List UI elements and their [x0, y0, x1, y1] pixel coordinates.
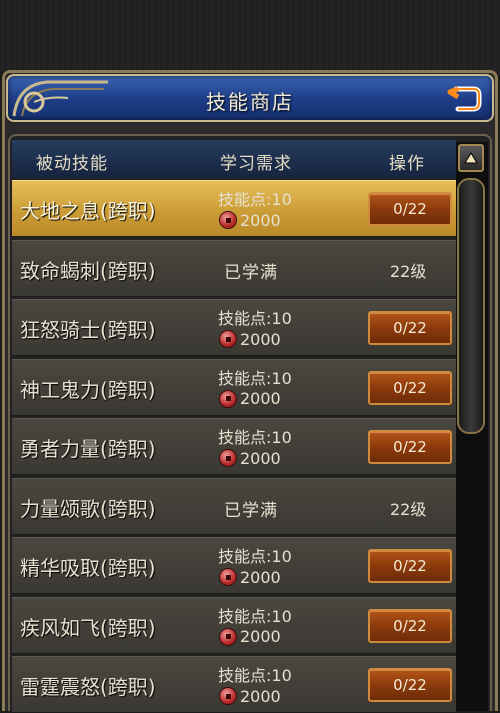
cost-value: 2000: [240, 627, 281, 646]
learned-status: 已学满: [224, 262, 278, 283]
learn-button[interactable]: 0/22: [368, 192, 452, 226]
back-button[interactable]: [444, 80, 484, 118]
gold-cost: 2000: [220, 686, 281, 706]
coin-icon: [220, 688, 236, 704]
skill-name: 精华吸取(跨职): [20, 556, 156, 580]
skill-row[interactable]: 疾风如飞(跨职) 技能点:10 2000 0/22: [12, 596, 456, 654]
learn-button[interactable]: 0/22: [368, 370, 452, 405]
skill-point-requirement: 技能点:10: [218, 547, 292, 566]
coin-icon: [220, 569, 236, 585]
triangle-up-icon: [464, 152, 478, 164]
gold-cost: 2000: [220, 329, 281, 349]
coin-icon: [220, 331, 236, 347]
learn-button[interactable]: 0/22: [368, 608, 452, 643]
return-arrow-icon: [447, 86, 482, 112]
skill-name: 雷霆震怒(跨职): [20, 675, 156, 699]
learn-button[interactable]: 0/22: [368, 311, 452, 345]
skill-name: 狂怒骑士(跨职): [20, 318, 156, 342]
gold-cost: 2000: [220, 567, 281, 587]
window-title: 技能商店: [206, 90, 294, 114]
header-skill: 被动技能: [36, 154, 108, 174]
skill-point-requirement: 技能点:10: [218, 606, 292, 626]
header-action: 操作: [389, 154, 425, 174]
skill-row[interactable]: 大地之息(跨职) 技能点:10 2000 0/22: [12, 180, 456, 237]
skill-row[interactable]: 雷霆震怒(跨职) 技能点:10 2000 0/22: [12, 656, 456, 713]
cost-value: 2000: [240, 329, 281, 349]
cost-value: 2000: [240, 686, 281, 706]
skill-level: 22级: [390, 261, 427, 281]
gold-cost: 2000: [220, 448, 281, 468]
skill-name: 疾风如飞(跨职): [20, 615, 156, 640]
skill-name: 力量颂歌(跨职): [20, 496, 156, 521]
scrollbar-thumb[interactable]: [457, 178, 485, 434]
skill-row[interactable]: 神工鬼力(跨职) 技能点:10 2000 0/22: [12, 358, 456, 416]
cost-value: 2000: [240, 210, 281, 230]
skill-level: 22级: [390, 499, 427, 519]
coin-icon: [220, 450, 236, 466]
skill-point-requirement: 技能点:10: [218, 428, 292, 447]
skill-point-requirement: 技能点:10: [218, 666, 292, 685]
gold-cost: 2000: [220, 627, 281, 647]
skill-row[interactable]: 力量颂歌(跨职) 已学满 22级: [12, 477, 456, 535]
learn-button[interactable]: 0/22: [368, 668, 452, 702]
skill-row[interactable]: 勇者力量(跨职) 技能点:10 2000 0/22: [12, 418, 456, 475]
cost-value: 2000: [240, 567, 281, 587]
skill-row[interactable]: 狂怒骑士(跨职) 技能点:10 2000 0/22: [12, 299, 456, 356]
skill-point-requirement: 技能点:10: [218, 190, 292, 209]
learn-button[interactable]: 0/22: [368, 430, 452, 464]
coin-icon: [220, 628, 236, 645]
coin-icon: [220, 212, 236, 228]
scroll-up-button[interactable]: [458, 144, 484, 172]
skill-name: 神工鬼力(跨职): [20, 377, 156, 402]
skill-row[interactable]: 致命蝎刺(跨职) 已学满 22级: [12, 239, 456, 297]
skill-name: 大地之息(跨职): [20, 199, 156, 223]
skill-point-requirement: 技能点:10: [218, 368, 292, 388]
cost-value: 2000: [240, 448, 281, 468]
gold-cost: 2000: [220, 389, 281, 409]
coin-icon: [220, 390, 236, 407]
skill-point-requirement: 技能点:10: [218, 309, 292, 328]
top-background: [0, 0, 500, 72]
learn-button[interactable]: 0/22: [368, 549, 452, 583]
cost-value: 2000: [240, 389, 281, 408]
skill-name: 致命蝎刺(跨职): [20, 258, 156, 283]
learned-status: 已学满: [224, 500, 278, 521]
skill-row[interactable]: 精华吸取(跨职) 技能点:10 2000 0/22: [12, 537, 456, 594]
gold-cost: 2000: [220, 210, 281, 230]
header-requirement: 学习需求: [220, 154, 292, 174]
skill-name: 勇者力量(跨职): [20, 437, 156, 461]
